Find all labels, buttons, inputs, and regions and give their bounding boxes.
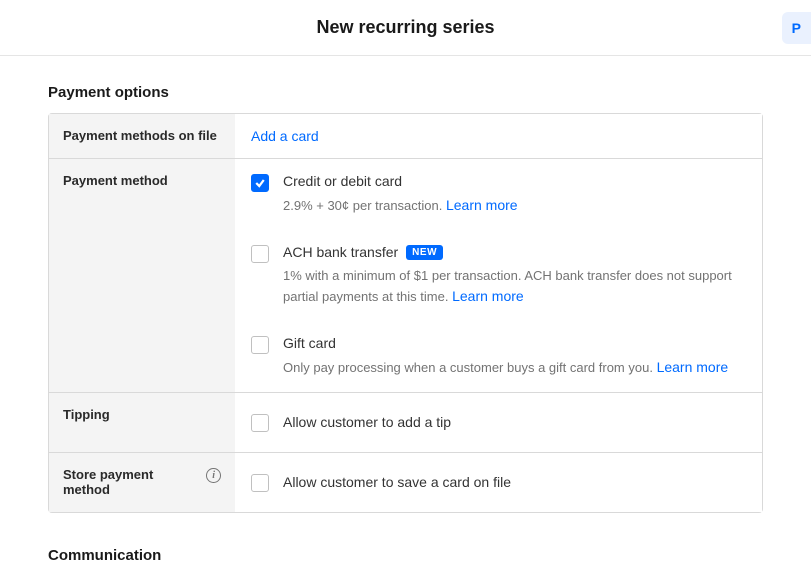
desc-text: 2.9% + 30¢ per transaction. <box>283 198 442 213</box>
option-title-tipping: Allow customer to add a tip <box>283 414 451 430</box>
label-store-payment: Store payment method i <box>49 453 235 512</box>
option-desc-gift: Only pay processing when a customer buys… <box>283 357 728 378</box>
check-icon <box>254 177 266 189</box>
checkbox-tipping[interactable] <box>251 414 269 432</box>
desc-text: Only pay processing when a customer buys… <box>283 360 653 375</box>
label-text: Payment methods on file <box>63 128 217 143</box>
learn-more-gift[interactable]: Learn more <box>657 359 729 375</box>
info-icon[interactable]: i <box>206 468 221 483</box>
checkbox-ach[interactable] <box>251 245 269 263</box>
option-credit-card: Credit or debit card 2.9% + 30¢ per tran… <box>251 173 746 216</box>
learn-more-credit[interactable]: Learn more <box>446 197 518 213</box>
option-title-gift: Gift card <box>283 335 728 351</box>
content: Payment options Payment methods on file … <box>0 56 811 564</box>
row-tipping: Tipping Allow customer to add a tip <box>49 393 762 453</box>
option-ach: ACH bank transfer NEW 1% with a minimum … <box>251 244 746 307</box>
label-payment-method: Payment method <box>49 159 235 392</box>
row-payment-methods-on-file: Payment methods on file Add a card <box>49 114 762 159</box>
option-desc-ach: 1% with a minimum of $1 per transaction.… <box>283 266 746 307</box>
option-title-store-payment: Allow customer to save a card on file <box>283 474 511 490</box>
new-badge: NEW <box>406 245 443 260</box>
value-store-payment: Allow customer to save a card on file <box>235 453 762 512</box>
value-payment-methods-on-file: Add a card <box>235 114 762 158</box>
communication-heading: Communication <box>48 547 763 564</box>
label-text: Payment method <box>63 173 168 188</box>
value-tipping: Allow customer to add a tip <box>235 393 762 452</box>
option-title-credit: Credit or debit card <box>283 173 518 189</box>
option-body: ACH bank transfer NEW 1% with a minimum … <box>283 244 746 307</box>
value-payment-method: Credit or debit card 2.9% + 30¢ per tran… <box>235 159 762 392</box>
option-body: Credit or debit card 2.9% + 30¢ per tran… <box>283 173 518 216</box>
label-payment-methods-on-file: Payment methods on file <box>49 114 235 158</box>
option-title-ach: ACH bank transfer NEW <box>283 244 746 260</box>
label-text: Tipping <box>63 407 110 422</box>
option-store-payment: Allow customer to save a card on file <box>251 473 746 492</box>
checkbox-credit-card[interactable] <box>251 174 269 192</box>
checkbox-store-payment[interactable] <box>251 474 269 492</box>
page-title: New recurring series <box>316 17 494 38</box>
topbar-right-button[interactable]: P <box>782 12 811 44</box>
checkbox-gift-card[interactable] <box>251 336 269 354</box>
title-text: ACH bank transfer <box>283 244 398 260</box>
add-a-card-link[interactable]: Add a card <box>251 128 746 144</box>
label-tipping: Tipping <box>49 393 235 452</box>
row-store-payment: Store payment method i Allow customer to… <box>49 453 762 512</box>
topbar: New recurring series P <box>0 0 811 56</box>
option-body: Gift card Only pay processing when a cus… <box>283 335 728 378</box>
label-text: Store payment method <box>63 467 200 497</box>
payment-options-heading: Payment options <box>48 84 763 101</box>
option-gift-card: Gift card Only pay processing when a cus… <box>251 335 746 378</box>
option-tipping: Allow customer to add a tip <box>251 413 746 432</box>
row-payment-method: Payment method Credit or debit card 2.9%… <box>49 159 762 393</box>
option-desc-credit: 2.9% + 30¢ per transaction. Learn more <box>283 195 518 216</box>
learn-more-ach[interactable]: Learn more <box>452 288 524 304</box>
payment-options-table: Payment methods on file Add a card Payme… <box>48 113 763 513</box>
